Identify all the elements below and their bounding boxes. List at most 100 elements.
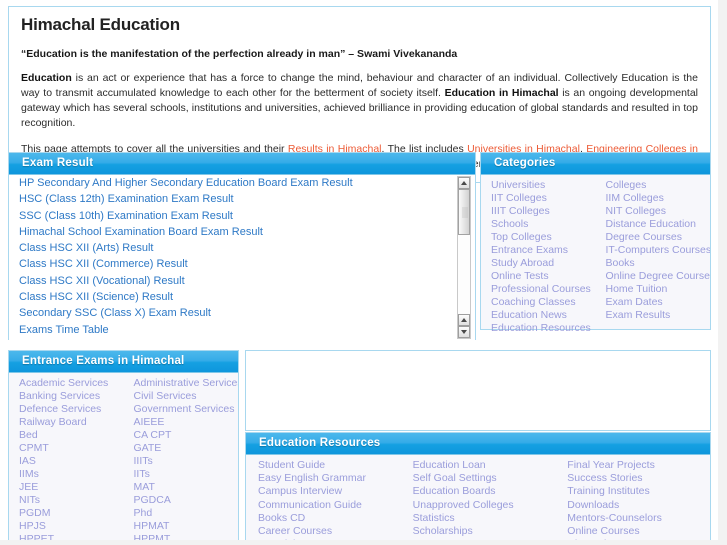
education-resource-link[interactable]: Books CD — [246, 512, 401, 525]
entrance-exam-link[interactable]: Bed — [9, 429, 124, 442]
category-link[interactable]: Exam Results — [596, 309, 711, 322]
entrance-exam-link[interactable]: GATE — [124, 442, 239, 455]
education-resource-link[interactable]: Training Institutes — [555, 485, 710, 498]
panel-exam-result-body: HP Secondary And Higher Secondary Educat… — [9, 175, 475, 340]
intro-paragraph-1: Education is an act or experience that h… — [21, 71, 698, 131]
entrance-exam-link[interactable]: IITs — [124, 468, 239, 481]
category-link[interactable]: Exam Dates — [596, 296, 711, 309]
entrance-exam-link[interactable]: HPPMT — [124, 533, 239, 540]
entrance-exam-link[interactable]: Defence Services — [9, 403, 124, 416]
education-resource-link[interactable]: Mentors-Counselors — [555, 512, 710, 525]
categories-column-2: Colleges IIM Colleges NIT Colleges Distance… — [596, 179, 711, 335]
entrance-exam-link[interactable]: PGDCA — [124, 494, 239, 507]
exam-result-link[interactable]: Secondary SSC (Class X) Exam Result — [9, 305, 475, 321]
entrance-exam-link[interactable]: Civil Services — [124, 390, 239, 403]
education-resources-column-2: Education Loan Self Goal Settings Educatio… — [401, 459, 556, 540]
categories-column-1: Universities IIT Colleges IIIT Colleges Sch… — [481, 179, 596, 335]
education-resource-link[interactable]: Education Loan — [401, 459, 556, 472]
scroll-up-icon-bottom[interactable] — [458, 314, 470, 326]
education-resource-link[interactable]: Campus Interview — [246, 485, 401, 498]
education-resource-link[interactable]: Materials — [246, 538, 401, 540]
exam-result-link[interactable]: HSC (Class 12th) Examination Exam Result — [9, 191, 475, 207]
panel-categories: Categories Universities IIT Colleges IIIT … — [480, 152, 711, 334]
entrance-exam-link[interactable]: CA CPT — [124, 429, 239, 442]
entrance-exam-link[interactable]: IAS — [9, 455, 124, 468]
category-link[interactable]: Study Abroad — [481, 257, 596, 270]
entrance-exam-link[interactable]: AIEEE — [124, 416, 239, 429]
entrance-exam-link[interactable]: Railway Board — [9, 416, 124, 429]
category-link[interactable]: Coaching Classes — [481, 296, 596, 309]
education-resource-link[interactable]: Statistics — [401, 512, 556, 525]
exam-result-link[interactable]: Class HSC XII (Arts) Result — [9, 240, 475, 256]
category-link[interactable]: Online Tests — [481, 270, 596, 283]
category-link[interactable]: Universities — [481, 179, 596, 192]
entrance-exam-link[interactable]: Phd — [124, 507, 239, 520]
exam-result-link[interactable]: Class HSC XII (Vocational) Result — [9, 273, 475, 289]
category-link[interactable]: Online Degree Courses — [596, 270, 711, 283]
category-link[interactable]: NIT Colleges — [596, 205, 711, 218]
entrance-exam-link[interactable]: PGDM — [9, 507, 124, 520]
page-title: Himachal Education — [21, 15, 180, 34]
entrance-exam-link[interactable]: IIMs — [9, 468, 124, 481]
exam-result-link[interactable]: Class HSC XII (Science) Result — [9, 289, 475, 305]
entrance-exam-link[interactable]: Government Services — [124, 403, 239, 416]
entrance-exam-link[interactable]: MAT — [124, 481, 239, 494]
panel-entrance-exams-body: Academic Services Banking Services Defence… — [9, 373, 239, 540]
exam-result-link[interactable]: HP Secondary And Higher Secondary Educat… — [9, 175, 475, 191]
category-link[interactable]: Professional Courses — [481, 283, 596, 296]
category-link[interactable]: IIT Colleges — [481, 192, 596, 205]
exam-result-link[interactable]: Himachal School Examination Board Exam R… — [9, 224, 475, 240]
scroll-up-icon[interactable] — [458, 177, 470, 189]
education-resource-link[interactable]: Career Courses — [246, 525, 401, 538]
education-resource-link[interactable]: Education Boards — [401, 485, 556, 498]
category-link[interactable]: IIIT Colleges — [481, 205, 596, 218]
exam-result-scrollbar[interactable] — [457, 176, 471, 339]
category-link[interactable]: Books — [596, 257, 711, 270]
education-resource-link[interactable]: Final Year Projects — [555, 459, 710, 472]
education-resource-link[interactable]: Student Guide — [246, 459, 401, 472]
exam-result-link[interactable]: Class HSC XII (Commerce) Result — [9, 256, 475, 272]
scrollbar-thumb[interactable] — [458, 189, 470, 235]
education-resource-link[interactable]: Communication Guide — [246, 499, 401, 512]
category-link[interactable]: IIM Colleges — [596, 192, 711, 205]
category-link[interactable]: Distance Education — [596, 218, 711, 231]
quote-text: “Education is the manifestation of the p… — [21, 48, 458, 60]
entrance-exam-link[interactable]: NITs — [9, 494, 124, 507]
entrance-exam-link[interactable]: Academic Services — [9, 377, 124, 390]
entrance-exam-link[interactable]: Administrative Services — [124, 377, 239, 390]
education-resource-link[interactable]: Easy English Grammar — [246, 472, 401, 485]
panel-education-resources: Education Resources Student Guide Easy En… — [245, 432, 711, 540]
exam-result-list: HP Secondary And Higher Secondary Educat… — [9, 175, 475, 340]
scroll-down-icon[interactable] — [458, 326, 470, 338]
entrance-exam-link[interactable]: Banking Services — [9, 390, 124, 403]
entrance-exams-column-2: Administrative Services Civil Services Gov… — [124, 377, 239, 540]
education-resource-link[interactable]: Success Stories — [555, 472, 710, 485]
category-link[interactable]: IT-Computers Courses — [596, 244, 711, 257]
entrance-exam-link[interactable]: IIITs — [124, 455, 239, 468]
education-resource-link[interactable]: Discussions — [555, 538, 710, 540]
panel-education-resources-body: Student Guide Easy English Grammar Campus … — [246, 455, 710, 540]
category-link[interactable]: Education Resources — [481, 322, 596, 335]
category-link[interactable]: Colleges — [596, 179, 711, 192]
exam-result-list-gap — [9, 338, 475, 340]
category-link[interactable]: Degree Courses — [596, 231, 711, 244]
education-resource-link[interactable]: Unapproved Colleges — [401, 499, 556, 512]
category-link[interactable]: Top Colleges — [481, 231, 596, 244]
entrance-exam-link[interactable]: HPPET — [9, 533, 124, 540]
education-resource-link[interactable]: Downloads — [555, 499, 710, 512]
category-link[interactable]: Entrance Exams — [481, 244, 596, 257]
education-resource-link[interactable]: Exams — [401, 538, 556, 540]
exam-result-link[interactable]: SSC (Class 10th) Examination Exam Result — [9, 208, 475, 224]
exam-result-link[interactable]: Exams Time Table — [9, 322, 475, 338]
entrance-exam-link[interactable]: JEE — [9, 481, 124, 494]
category-link[interactable]: Home Tuition — [596, 283, 711, 296]
entrance-exams-column-1: Academic Services Banking Services Defence… — [9, 377, 124, 540]
entrance-exam-link[interactable]: CPMT — [9, 442, 124, 455]
category-link[interactable]: Schools — [481, 218, 596, 231]
education-resource-link[interactable]: Online Courses — [555, 525, 710, 538]
entrance-exam-link[interactable]: HPJS — [9, 520, 124, 533]
education-resource-link[interactable]: Scholarships — [401, 525, 556, 538]
entrance-exam-link[interactable]: HPMAT — [124, 520, 239, 533]
category-link[interactable]: Education News — [481, 309, 596, 322]
education-resource-link[interactable]: Self Goal Settings — [401, 472, 556, 485]
